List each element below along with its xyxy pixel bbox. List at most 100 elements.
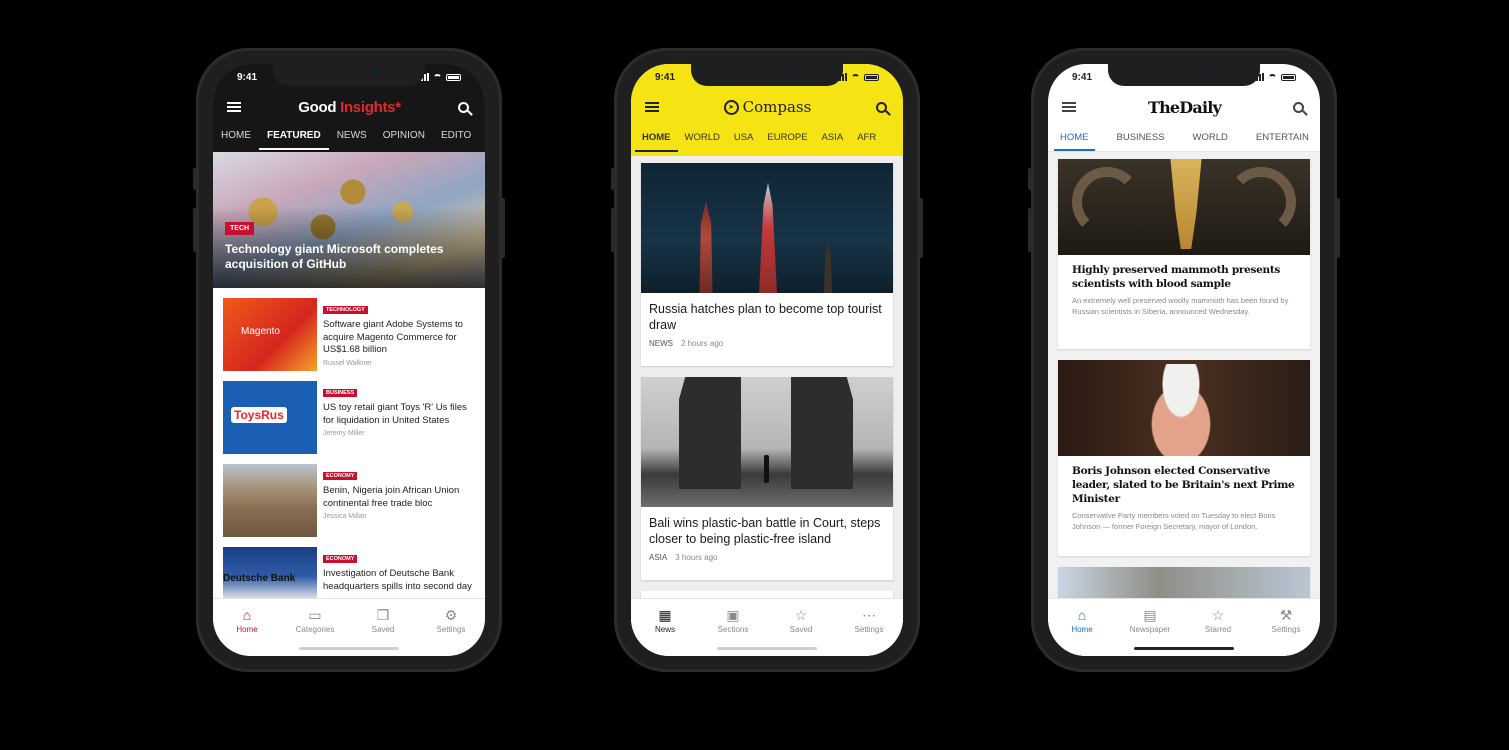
news-card[interactable]: Russia hatches plan to become top touris…	[641, 163, 893, 366]
card-headline[interactable]: Russia hatches plan to become top touris…	[641, 293, 893, 333]
tab-asia[interactable]: ASIA	[815, 126, 851, 152]
app-logo: ➤ Compass	[723, 98, 811, 116]
phone-the-daily: 9:41 TheDaily HOME BUSINESS WORLD ENTERT…	[1028, 48, 1340, 672]
category-badge: ECONOMY	[323, 472, 358, 480]
status-time: 9:41	[1072, 71, 1093, 83]
nav-news[interactable]: ▦ News	[635, 607, 695, 656]
phone-good-insights: 9:41 Good Insights* HOME FEATURED NEWS O…	[193, 48, 505, 672]
hero-title[interactable]: Technology giant Microsoft completes acq…	[225, 242, 473, 272]
nav-settings[interactable]: ⋯ Settings	[839, 607, 899, 656]
news-card[interactable]: Boris Johnson elected Conservative leade…	[1058, 360, 1310, 556]
menu-icon[interactable]	[227, 102, 241, 112]
article-headline[interactable]: Investigation of Deutsche Bank headquart…	[323, 568, 477, 593]
card-time: 2 hours ago	[681, 339, 724, 348]
tab-entertainment[interactable]: ENTERTAIN	[1242, 126, 1320, 151]
wifi-icon	[433, 73, 442, 81]
tab-world[interactable]: WORLD	[1179, 126, 1242, 151]
menu-icon[interactable]	[645, 102, 659, 112]
menu-icon[interactable]	[1062, 102, 1076, 112]
news-icon: ▦	[658, 607, 672, 623]
nav-home[interactable]: ⌂ Home	[1052, 607, 1112, 656]
home-indicator	[299, 647, 399, 650]
tab-europe[interactable]: EUROPE	[760, 126, 814, 152]
card-image	[641, 163, 893, 293]
card-meta: NEWS 2 hours ago	[641, 333, 893, 348]
list-item[interactable]: Magento TECHNOLOGY Software giant Adobe …	[223, 298, 477, 381]
wifi-icon	[851, 73, 860, 81]
star-icon: ☆	[1211, 607, 1225, 623]
tab-editorial[interactable]: EDITO	[433, 124, 479, 150]
screen: 9:41 Good Insights* HOME FEATURED NEWS O…	[213, 64, 485, 656]
tab-business[interactable]: BUSINESS	[1103, 126, 1179, 151]
tab-africa[interactable]: AFR	[850, 126, 883, 152]
app-logo: Good Insights*	[298, 98, 401, 116]
card-time: 3 hours ago	[675, 553, 718, 562]
article-headline[interactable]: US toy retail giant Toys 'R' Us files fo…	[323, 402, 477, 427]
category-badge: TECHNOLOGY	[323, 306, 368, 314]
phone-compass: 9:41 ➤ Compass HOME WORLD USA EUROPE ASIA…	[611, 48, 923, 672]
battery-icon	[446, 73, 461, 81]
star-icon: ☆	[794, 607, 808, 623]
card-meta: ASIA 3 hours ago	[641, 547, 893, 562]
news-card[interactable]: Bali wins plastic-ban battle in Court, s…	[641, 377, 893, 580]
home-indicator	[1134, 647, 1234, 650]
home-indicator	[717, 647, 817, 650]
list-item[interactable]: ECONOMY Benin, Nigeria join African Unio…	[223, 464, 477, 547]
status-time: 9:41	[655, 71, 676, 83]
nav-settings[interactable]: ⚒ Settings	[1256, 607, 1316, 656]
search-icon[interactable]	[875, 101, 887, 113]
article-author: Russel Walkner	[323, 359, 372, 367]
card-headline[interactable]: Boris Johnson elected Conservative leade…	[1058, 456, 1310, 506]
wrench-icon: ⚒	[1279, 607, 1293, 623]
hero-article[interactable]: TECH Technology giant Microsoft complete…	[213, 152, 485, 288]
news-card[interactable]: Highly preserved mammoth presents scient…	[1058, 159, 1310, 349]
newspaper-icon: ▤	[1143, 607, 1157, 623]
article-thumbnail	[223, 464, 317, 537]
notch	[273, 64, 425, 86]
article-headline[interactable]: Software giant Adobe Systems to acquire …	[323, 319, 477, 357]
category-tabs: HOME FEATURED NEWS OPINION EDITO	[213, 124, 485, 150]
home-icon: ⌂	[242, 607, 252, 623]
tab-world[interactable]: WORLD	[678, 126, 727, 152]
card-image	[1058, 159, 1310, 255]
card-section: ASIA	[649, 553, 668, 562]
card-section: NEWS	[649, 339, 673, 348]
bookmark-icon: ❐	[376, 607, 390, 623]
card-headline[interactable]: Highly preserved mammoth presents scient…	[1058, 255, 1310, 291]
hero-tag: TECH	[225, 222, 255, 235]
card-image	[641, 377, 893, 507]
card-summary: An extremely well preserved woolly mammo…	[1072, 296, 1289, 316]
tab-home[interactable]: HOME	[1054, 126, 1095, 151]
tab-featured[interactable]: FEATURED	[259, 124, 329, 150]
search-icon[interactable]	[1292, 101, 1304, 113]
list-item[interactable]: ToysRus BUSINESS US toy retail giant Toy…	[223, 381, 477, 464]
nav-home[interactable]: ⌂ Home	[217, 607, 277, 656]
app-logo: TheDaily	[1147, 97, 1222, 117]
nav-settings[interactable]: ⚙ Settings	[421, 607, 481, 656]
tab-home[interactable]: HOME	[635, 126, 678, 152]
tab-opinion[interactable]: OPINION	[375, 124, 433, 150]
card-image	[1058, 360, 1310, 456]
article-headline[interactable]: Benin, Nigeria join African Union contin…	[323, 485, 477, 510]
search-icon[interactable]	[457, 101, 469, 113]
section-tabs: HOME BUSINESS WORLD ENTERTAIN	[1048, 126, 1320, 152]
card-headline[interactable]: Bali wins plastic-ban battle in Court, s…	[641, 507, 893, 547]
category-badge: BUSINESS	[323, 389, 358, 397]
sections-icon: ▣	[726, 607, 740, 623]
wifi-icon	[1268, 73, 1277, 81]
gear-icon: ⚙	[444, 607, 458, 623]
categories-icon: ▭	[308, 607, 322, 623]
tab-home[interactable]: HOME	[213, 124, 259, 150]
article-author: Jessica Millan	[323, 513, 367, 520]
notch	[691, 64, 843, 86]
article-thumbnail: Magento	[223, 298, 317, 371]
screen: 9:41 ➤ Compass HOME WORLD USA EUROPE ASIA…	[631, 64, 903, 656]
battery-icon	[864, 73, 879, 81]
article-list: Magento TECHNOLOGY Software giant Adobe …	[223, 298, 477, 630]
status-time: 9:41	[237, 71, 258, 83]
article-author: Jeremy Miller	[323, 430, 365, 437]
screen: 9:41 TheDaily HOME BUSINESS WORLD ENTERT…	[1048, 64, 1320, 656]
tab-news[interactable]: NEWS	[329, 124, 375, 150]
home-icon: ⌂	[1077, 607, 1087, 623]
tab-usa[interactable]: USA	[727, 126, 761, 152]
